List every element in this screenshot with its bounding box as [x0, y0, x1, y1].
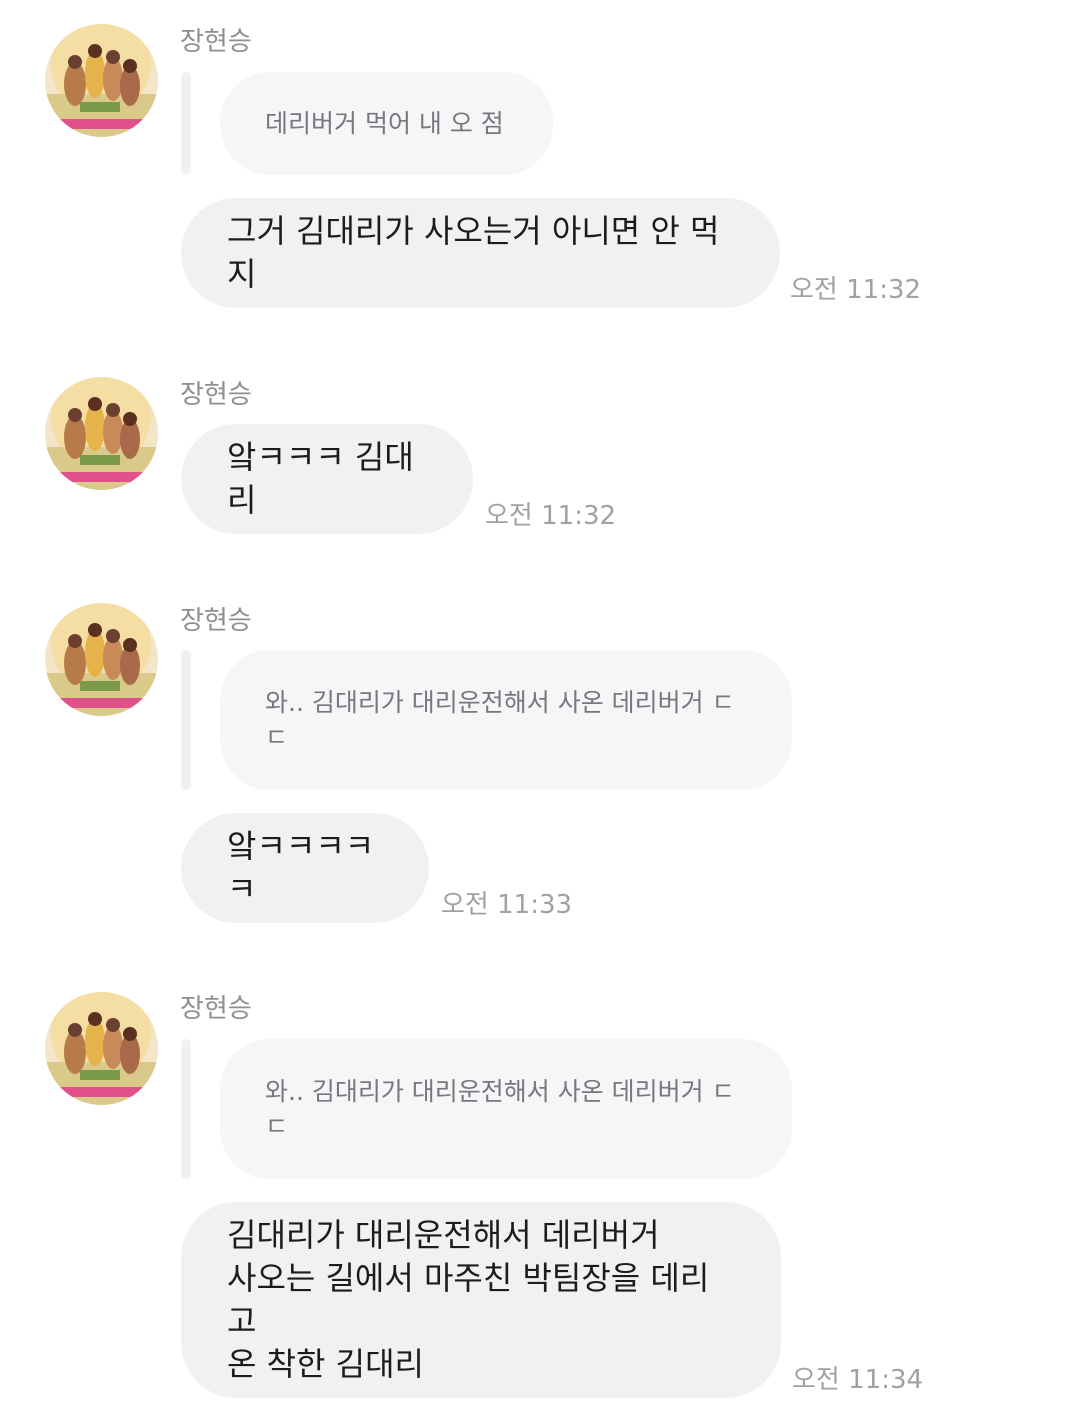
message-text: 앜ㅋㅋㅋ 김대리	[227, 438, 414, 519]
message-text: 김대리가 대리운전해서 데리버거 사오는 길에서 마주친 박팀장을 데리고 온 …	[227, 1216, 710, 1383]
sender-name: 장현승	[180, 606, 252, 636]
reply-quote-bubble[interactable]: 와.. 김대리가 대리운전해서 사온 데리버거 ㄷ ㄷ	[220, 1039, 792, 1179]
message-timestamp: 오전 11:34	[792, 1365, 924, 1395]
reply-quote-text: 와.. 김대리가 대리운전해서 사온 데리버거 ㄷ ㄷ	[265, 1077, 735, 1141]
message-bubble[interactable]: 앜ㅋㅋㅋ 김대리	[181, 424, 473, 534]
message-text: 앜ㅋㅋㅋㅋㅋ	[227, 827, 375, 908]
profile-photo-icon	[45, 992, 158, 1105]
message-bubble[interactable]: 그거 김대리가 사오는거 아니면 안 먹지	[181, 198, 780, 308]
message-timestamp: 오전 11:33	[441, 890, 573, 920]
reply-quote-bubble[interactable]: 와.. 김대리가 대리운전해서 사온 데리버거 ㄷ ㄷ	[220, 650, 792, 790]
reply-quote-bar	[181, 72, 191, 175]
reply-quote-text: 와.. 김대리가 대리운전해서 사온 데리버거 ㄷ ㄷ	[265, 688, 735, 752]
profile-photo-icon	[45, 603, 158, 716]
reply-quote-bar	[181, 650, 191, 790]
sender-name: 장현승	[180, 380, 252, 410]
profile-photo-icon	[45, 377, 158, 490]
avatar[interactable]	[45, 24, 158, 137]
message-text: 그거 김대리가 사오는거 아니면 안 먹지	[227, 212, 720, 293]
message-bubble[interactable]: 김대리가 대리운전해서 데리버거 사오는 길에서 마주친 박팀장을 데리고 온 …	[181, 1202, 781, 1398]
reply-quote-bubble[interactable]: 데리버거 먹어 내 오 점	[220, 72, 553, 175]
profile-photo-icon	[45, 24, 158, 137]
sender-name: 장현승	[180, 27, 252, 57]
avatar[interactable]	[45, 377, 158, 490]
message-timestamp: 오전 11:32	[790, 275, 922, 305]
reply-quote-text: 데리버거 먹어 내 오 점	[265, 109, 504, 138]
sender-name: 장현승	[180, 994, 252, 1024]
message-bubble[interactable]: 앜ㅋㅋㅋㅋㅋ	[181, 813, 429, 923]
reply-quote-bar	[181, 1039, 191, 1179]
avatar[interactable]	[45, 992, 158, 1105]
avatar[interactable]	[45, 603, 158, 716]
message-timestamp: 오전 11:32	[485, 501, 617, 531]
